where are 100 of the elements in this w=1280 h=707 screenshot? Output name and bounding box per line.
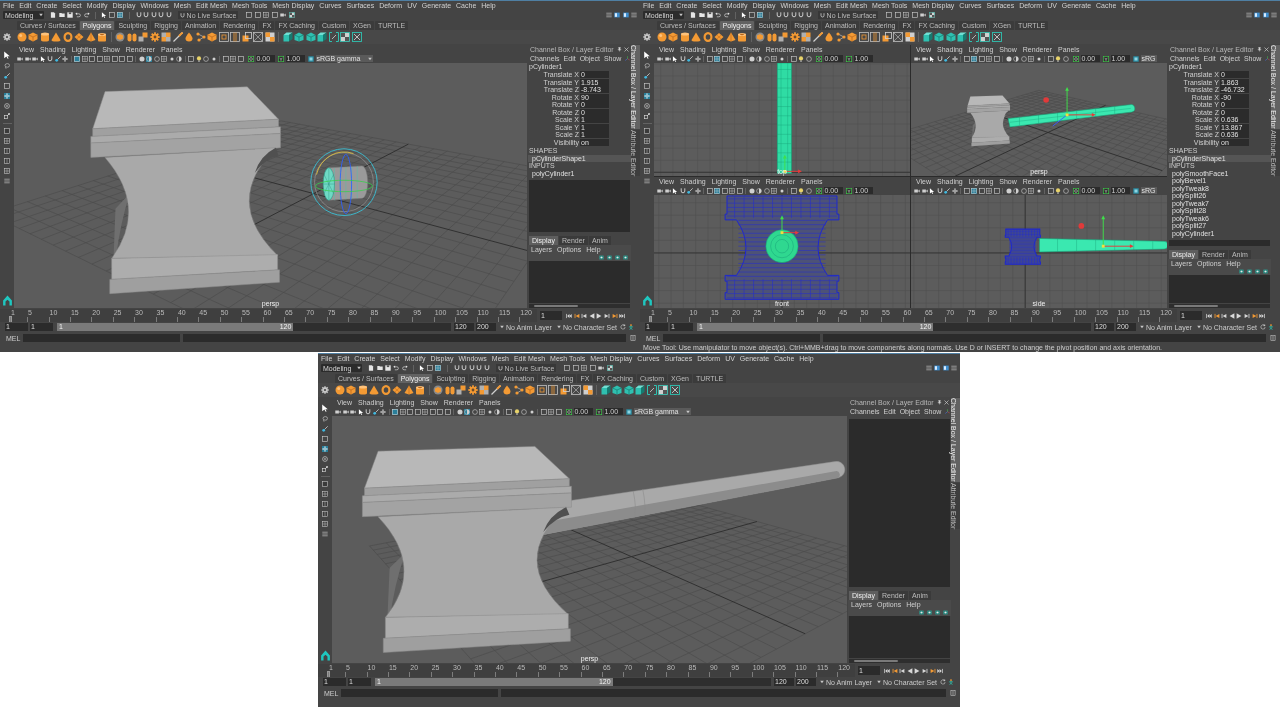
scrollbar-thumb[interactable]: [1174, 305, 1218, 307]
panel-layout-icon[interactable]: [934, 365, 940, 371]
camera-icon[interactable]: [920, 12, 927, 18]
scale-icon[interactable]: [322, 466, 328, 472]
grid-icon[interactable]: [116, 12, 123, 18]
cube-face-icon[interactable]: [635, 385, 645, 395]
two-pane-icon[interactable]: [644, 148, 650, 154]
two-pane-icon[interactable]: [4, 158, 10, 164]
two-cylinders-icon[interactable]: [444, 385, 455, 395]
move-manipulator[interactable]: [780, 215, 800, 235]
bracket-icon[interactable]: [646, 385, 657, 395]
drop-icon[interactable]: [502, 385, 512, 395]
two-pane-icon[interactable]: [4, 148, 10, 154]
circle-icon[interactable]: [203, 55, 209, 62]
grid-icon[interactable]: [4, 168, 10, 174]
previous-key-icon[interactable]: [1213, 312, 1220, 319]
magnet-icon[interactable]: [47, 55, 53, 62]
pyramid-icon[interactable]: [403, 385, 414, 395]
disc-icon[interactable]: [748, 55, 755, 62]
loop-icon[interactable]: [1260, 324, 1266, 330]
circle-icon[interactable]: [1020, 55, 1027, 62]
layer-icon[interactable]: [615, 255, 620, 260]
lasso-icon[interactable]: [4, 63, 10, 69]
color-space-icon[interactable]: [1133, 187, 1139, 194]
square-icon[interactable]: [392, 408, 398, 415]
grid-icon[interactable]: [581, 365, 588, 371]
exposure-icon[interactable]: [248, 55, 254, 62]
grid-icon[interactable]: [986, 55, 992, 62]
grid-icon[interactable]: [971, 55, 977, 62]
grid-icon[interactable]: [971, 187, 977, 194]
two-cylinders-icon[interactable]: [766, 32, 777, 42]
cursor-icon[interactable]: [39, 55, 46, 62]
camera-icon[interactable]: [664, 55, 671, 62]
go-to-end-icon[interactable]: [937, 667, 944, 674]
cube-icon[interactable]: [207, 32, 217, 42]
camera-icon[interactable]: [921, 55, 928, 62]
dot-icon[interactable]: [168, 55, 175, 62]
save-icon[interactable]: [707, 12, 713, 18]
figure-icon[interactable]: [948, 679, 954, 685]
layer-icon[interactable]: [599, 255, 604, 260]
brush-icon[interactable]: [372, 408, 379, 415]
square-frame-icon[interactable]: [858, 32, 869, 42]
nodes-icon[interactable]: [835, 32, 846, 42]
magnet-icon[interactable]: [936, 55, 943, 62]
four-pane-icon[interactable]: [4, 138, 10, 144]
file-icon[interactable]: [690, 12, 697, 18]
layer-icon[interactable]: [943, 610, 948, 615]
gamma-icon[interactable]: [278, 55, 284, 62]
pipe-icon[interactable]: [97, 32, 107, 42]
rotate-manipulator[interactable]: [310, 148, 378, 216]
disc-icon[interactable]: [748, 187, 755, 194]
checker-icon[interactable]: [582, 385, 593, 395]
single-pane-icon[interactable]: [4, 128, 10, 134]
cube-icon[interactable]: [945, 32, 956, 42]
layer-icon[interactable]: [607, 255, 612, 260]
grid-icon[interactable]: [263, 12, 270, 18]
grid-icon[interactable]: [729, 55, 735, 62]
cube-icon[interactable]: [294, 32, 304, 42]
pin-icon[interactable]: [937, 400, 942, 405]
undo-icon[interactable]: [715, 12, 722, 18]
camera-icon[interactable]: [342, 408, 349, 415]
dot-icon[interactable]: [1035, 55, 1042, 62]
nodes-icon[interactable]: [513, 385, 524, 395]
cube-face-icon[interactable]: [282, 32, 293, 42]
figure-icon[interactable]: [628, 324, 634, 330]
nodes-icon[interactable]: [195, 32, 206, 42]
caret-icon[interactable]: [686, 409, 691, 414]
cube-icon[interactable]: [525, 385, 535, 395]
stacked-cubes-icon[interactable]: [138, 32, 148, 42]
move-icon[interactable]: [694, 187, 701, 194]
diamond-icon[interactable]: [74, 32, 84, 42]
cursor-icon[interactable]: [3, 51, 11, 59]
magnet-icon[interactable]: [679, 187, 686, 194]
single-pane-icon[interactable]: [644, 128, 650, 134]
cube-icon[interactable]: [668, 32, 678, 42]
half-disc-icon[interactable]: [176, 55, 182, 62]
circle-icon[interactable]: [763, 187, 770, 194]
layer-icon[interactable]: [935, 610, 940, 615]
step-forward-icon[interactable]: [1243, 312, 1250, 319]
move-icon[interactable]: [951, 55, 958, 62]
camera-icon[interactable]: [24, 55, 31, 62]
light-bulb-icon[interactable]: [513, 408, 520, 415]
exposure-icon[interactable]: [816, 187, 822, 194]
camera-icon[interactable]: [664, 187, 671, 194]
brush-icon[interactable]: [687, 55, 693, 62]
close-icon[interactable]: [624, 47, 629, 52]
columns-icon[interactable]: [870, 32, 880, 42]
undo-icon[interactable]: [75, 12, 82, 18]
grid-icon[interactable]: [548, 408, 554, 415]
square-icon[interactable]: [74, 55, 80, 62]
grid-icon[interactable]: [322, 521, 328, 527]
circle-icon[interactable]: [1062, 55, 1069, 62]
cone-icon[interactable]: [691, 32, 701, 42]
gamma-icon[interactable]: [846, 55, 852, 62]
step-forward-icon[interactable]: [921, 667, 928, 674]
grid-icon[interactable]: [479, 408, 485, 415]
move-icon[interactable]: [694, 55, 701, 62]
document-icon[interactable]: [630, 335, 636, 341]
split-cube-icon[interactable]: [801, 32, 811, 42]
four-pane-icon[interactable]: [322, 491, 328, 497]
